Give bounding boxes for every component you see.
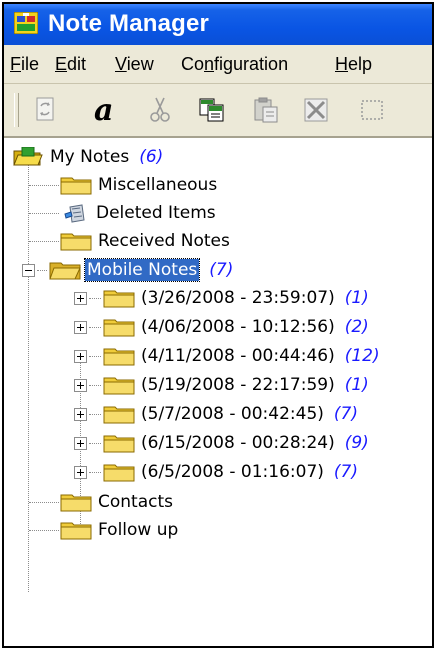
tree-label: (3/26/2008 - 23:59:07) <box>141 288 335 308</box>
tree-node-mobile-date[interactable]: (5/7/2008 - 00:42:45) (7) <box>74 400 358 428</box>
expand-toggle[interactable] <box>74 407 87 421</box>
folder-icon <box>60 177 92 195</box>
expand-toggle[interactable] <box>74 291 87 305</box>
menu-edit[interactable]: Edit <box>55 54 86 75</box>
tree-label: (4/11/2008 - 00:44:46) <box>141 346 335 366</box>
folder-icon <box>103 406 135 424</box>
tree-node-mobile-date[interactable]: (4/11/2008 - 00:44:46) (12) <box>74 342 380 370</box>
cut-icon <box>150 97 170 122</box>
tree-node-mobile-date[interactable]: (4/06/2008 - 10:12:56) (2) <box>74 313 369 341</box>
folder-icon <box>103 319 135 337</box>
note-count: (1) <box>344 375 369 395</box>
tree-node-received-notes[interactable]: Received Notes <box>60 227 230 255</box>
tree-label: Miscellaneous <box>98 175 218 195</box>
folder-icon <box>103 377 135 395</box>
folder-icon <box>103 348 135 366</box>
tree-node-miscellaneous[interactable]: Miscellaneous <box>60 171 217 199</box>
app-icon <box>14 12 38 34</box>
menu-help[interactable]: Help <box>335 54 372 75</box>
tree-label: Deleted Items <box>96 203 216 223</box>
tree-label: Contacts <box>98 492 173 512</box>
tree-node-mobile-date[interactable]: (3/26/2008 - 23:59:07) (1) <box>74 284 369 312</box>
svg-text:a: a <box>94 95 113 125</box>
note-count: (7) <box>333 462 359 482</box>
expand-toggle[interactable] <box>74 378 87 392</box>
tree-label-selected: Mobile Notes <box>83 258 201 282</box>
recycle-bin-icon <box>64 204 85 223</box>
tree-label: Received Notes <box>98 231 230 251</box>
open-folder-icon <box>49 262 81 280</box>
tree-label: (6/15/2008 - 00:28:24) <box>141 433 335 453</box>
sync-icon <box>36 97 54 121</box>
note-count: (7) <box>209 260 234 280</box>
tree-label: My Notes <box>50 147 130 167</box>
tree-line <box>28 164 30 592</box>
font-button[interactable]: a <box>90 94 122 126</box>
notes-tree[interactable]: My Notes (6) Miscellaneous Deleted Items <box>4 138 432 646</box>
tree-node-mobile-date[interactable]: (6/5/2008 - 01:16:07) (7) <box>74 458 358 486</box>
folder-icon <box>103 290 135 308</box>
folder-icon <box>103 464 135 482</box>
delete-icon <box>304 98 328 122</box>
tree-label: Follow up <box>98 520 179 540</box>
menu-file[interactable]: File <box>10 54 39 75</box>
copy-icon <box>199 98 224 122</box>
menu-view[interactable]: View <box>115 54 154 75</box>
note-count: (9) <box>344 433 369 453</box>
title-bar[interactable]: Note Manager <box>4 4 432 45</box>
tree-label: (5/19/2008 - 22:17:59) <box>141 375 335 395</box>
tree-node-mobile-notes[interactable]: Mobile Notes (7) <box>22 256 233 284</box>
expand-toggle[interactable] <box>74 320 87 334</box>
font-icon: a <box>94 95 113 125</box>
tree-node-deleted-items[interactable]: Deleted Items <box>62 199 216 227</box>
expand-toggle[interactable] <box>74 436 87 450</box>
select-button[interactable] <box>356 94 388 126</box>
tree-label: (5/7/2008 - 00:42:45) <box>141 404 324 424</box>
folder-icon <box>103 435 135 453</box>
menu-configuration[interactable]: Configuration <box>181 54 288 75</box>
select-icon <box>361 100 383 120</box>
note-count: (1) <box>344 288 369 308</box>
paste-button[interactable] <box>250 94 282 126</box>
sync-button[interactable] <box>30 94 62 126</box>
tree-label: (4/06/2008 - 10:12:56) <box>141 317 335 337</box>
expand-toggle[interactable] <box>74 349 87 363</box>
paste-icon <box>254 97 278 123</box>
folder-icon <box>60 233 92 251</box>
note-count: (7) <box>333 404 359 424</box>
window-title: Note Manager <box>48 10 210 37</box>
delete-button[interactable] <box>300 94 332 126</box>
tree-node-follow-up[interactable]: Follow up <box>60 516 178 544</box>
copy-button[interactable] <box>196 94 228 126</box>
menu-bar: File Edit View Configuration Help <box>4 45 432 84</box>
cut-button[interactable] <box>144 94 176 126</box>
toolbar: a <box>4 84 432 138</box>
tree-node-my-notes[interactable]: My Notes (6) <box>12 143 163 171</box>
note-count: (2) <box>344 317 369 337</box>
open-folder-icon <box>13 147 43 166</box>
toolbar-grip[interactable] <box>14 93 19 127</box>
note-manager-window: Note Manager File Edit View Configuratio… <box>2 2 434 648</box>
note-count: (12) <box>344 346 380 366</box>
note-count: (6) <box>139 147 164 167</box>
tree-label: (6/5/2008 - 01:16:07) <box>141 462 324 482</box>
folder-icon <box>60 522 92 540</box>
collapse-toggle[interactable] <box>22 263 35 277</box>
folder-icon <box>60 494 92 512</box>
expand-toggle[interactable] <box>74 465 87 479</box>
tree-node-contacts[interactable]: Contacts <box>60 488 173 516</box>
tree-node-mobile-date[interactable]: (5/19/2008 - 22:17:59) (1) <box>74 371 369 399</box>
tree-node-mobile-date[interactable]: (6/15/2008 - 00:28:24) (9) <box>74 429 369 457</box>
